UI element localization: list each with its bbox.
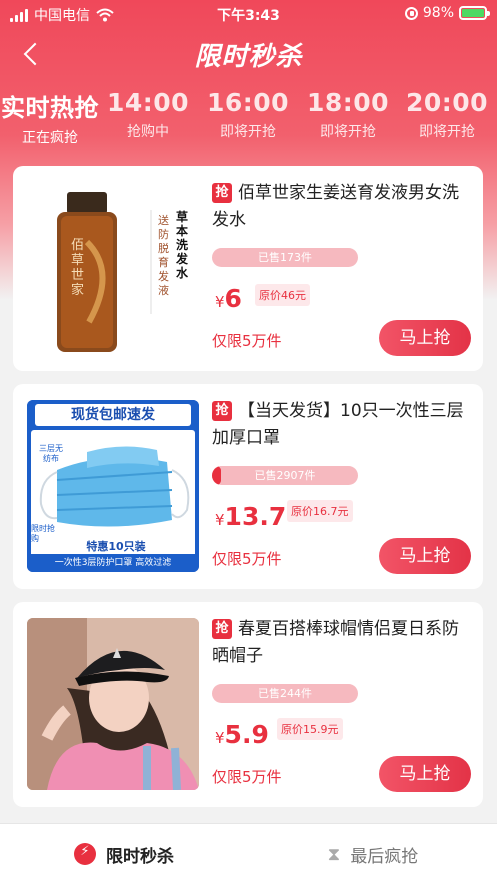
original-price: 原价16.7元	[287, 500, 353, 522]
product-title[interactable]: 抢【当天发货】10只一次性三层加厚口罩	[212, 398, 474, 452]
price: ¥13.7	[215, 502, 286, 531]
time-slot-2000[interactable]: 20:00 即将开抢	[397, 88, 497, 141]
tab-last-chance[interactable]: ⧗ 最后疯抢	[249, 824, 497, 883]
currency-symbol: ¥	[215, 729, 225, 747]
time-slot-state: 即将开抢	[419, 124, 475, 140]
lightning-icon	[74, 843, 96, 865]
time-slot-state: 抢购中	[127, 124, 169, 140]
bottom-tab-bar: 限时秒杀 ⧗ 最后疯抢	[0, 823, 497, 883]
sold-count: 已售2907件	[254, 469, 316, 482]
flash-badge: 抢	[212, 619, 232, 639]
battery-icon	[459, 6, 490, 20]
time-slot-label: 20:00	[405, 88, 489, 117]
orientation-lock-icon	[404, 6, 418, 20]
buy-now-button[interactable]: 马上抢	[379, 320, 471, 356]
sold-count: 已售244件	[258, 687, 312, 700]
original-price: 原价15.9元	[277, 718, 343, 740]
product-title[interactable]: 抢春夏百搭棒球帽情侣夏日系防晒帽子	[212, 616, 474, 670]
buy-now-button[interactable]: 马上抢	[379, 538, 471, 574]
status-bar: 中国电信 下午3:43 98%	[0, 0, 497, 28]
time-slot-1800[interactable]: 18:00 即将开抢	[298, 88, 398, 141]
time-slot-label: 14:00	[106, 88, 190, 117]
sold-progress: 已售173件	[212, 248, 358, 267]
image-footer: 一次性3层防护口罩 高效过滤	[27, 554, 199, 572]
product-image[interactable]: 佰草世家 草本洗发水 送防脱育发液	[27, 182, 199, 354]
time-slot-label: 实时热抢	[1, 94, 99, 122]
stock-limit: 仅限5万件	[212, 768, 282, 786]
time-slot-1600[interactable]: 16:00 即将开抢	[198, 88, 298, 141]
buy-now-button[interactable]: 马上抢	[379, 756, 471, 792]
product-title[interactable]: 抢佰草世家生姜送育发液男女洗发水	[212, 180, 474, 234]
product-title-text: 佰草世家生姜送育发液男女洗发水	[212, 183, 459, 230]
product-title-text: 【当天发货】10只一次性三层加厚口罩	[212, 401, 464, 448]
image-side-title: 草本洗发水	[176, 210, 189, 280]
product-image[interactable]: 现货包邮速发 三层无纺布 限时抢购 特惠10只装 一次性3层防护口罩 高效过滤	[27, 400, 199, 572]
price-value: 5.9	[224, 720, 269, 749]
stock-limit: 仅限5万件	[212, 550, 282, 568]
shampoo-bottle-image	[57, 192, 152, 352]
hourglass-icon: ⧗	[327, 843, 341, 865]
tab-label: 最后疯抢	[350, 846, 419, 867]
time-slot-live[interactable]: 实时热抢 正在疯抢	[0, 88, 100, 147]
time-slot-label: 16:00	[206, 88, 290, 117]
sold-progress: 已售244件	[212, 684, 358, 703]
price-value: 13.7	[224, 502, 287, 531]
time-slot-state: 即将开抢	[220, 124, 276, 140]
time-slot-state: 正在疯抢	[22, 130, 78, 146]
battery-percent: 98%	[422, 5, 454, 21]
product-image[interactable]	[27, 618, 199, 790]
price: ¥6	[215, 284, 242, 313]
page-title: 限时秒杀	[194, 42, 303, 72]
currency-symbol: ¥	[215, 511, 225, 529]
image-side-text: 送防脱育发液	[158, 214, 169, 297]
time-slot-label: 18:00	[306, 88, 390, 117]
time-slot-tabs: 实时热抢 正在疯抢 14:00 抢购中 16:00 即将开抢 18:00 即将开…	[0, 88, 497, 150]
image-corner-label: 限时抢购	[31, 524, 55, 543]
product-title-text: 春夏百搭棒球帽情侣夏日系防晒帽子	[212, 619, 459, 666]
flash-badge: 抢	[212, 183, 232, 203]
sold-progress: 已售2907件	[212, 466, 358, 485]
time-slot-state: 即将开抢	[320, 124, 376, 140]
price-value: 6	[224, 284, 242, 313]
image-tag: 三层无纺布	[39, 444, 63, 463]
currency-symbol: ¥	[215, 293, 225, 311]
tab-flash-sale[interactable]: 限时秒杀	[0, 824, 248, 883]
product-card[interactable]: 佰草世家 草本洗发水 送防脱育发液 抢佰草世家生姜送育发液男女洗发水 已售173…	[13, 166, 483, 371]
baseball-cap-photo	[27, 618, 199, 790]
flash-badge: 抢	[212, 401, 232, 421]
bottle-brand: 佰草世家	[71, 238, 85, 298]
image-deal: 特惠10只装	[86, 540, 146, 553]
product-card[interactable]: 现货包邮速发 三层无纺布 限时抢购 特惠10只装 一次性3层防护口罩 高效过滤 …	[13, 384, 483, 589]
time-slot-1400[interactable]: 14:00 抢购中	[98, 88, 198, 141]
product-card[interactable]: 抢春夏百搭棒球帽情侣夏日系防晒帽子 已售244件 ¥5.9 原价15.9元 仅限…	[13, 602, 483, 807]
price: ¥5.9	[215, 720, 269, 749]
original-price: 原价46元	[255, 284, 310, 306]
sold-count: 已售173件	[258, 251, 312, 264]
tab-label: 限时秒杀	[106, 846, 174, 867]
stock-limit: 仅限5万件	[212, 332, 282, 350]
nav-bar: 限时秒杀	[0, 30, 497, 76]
